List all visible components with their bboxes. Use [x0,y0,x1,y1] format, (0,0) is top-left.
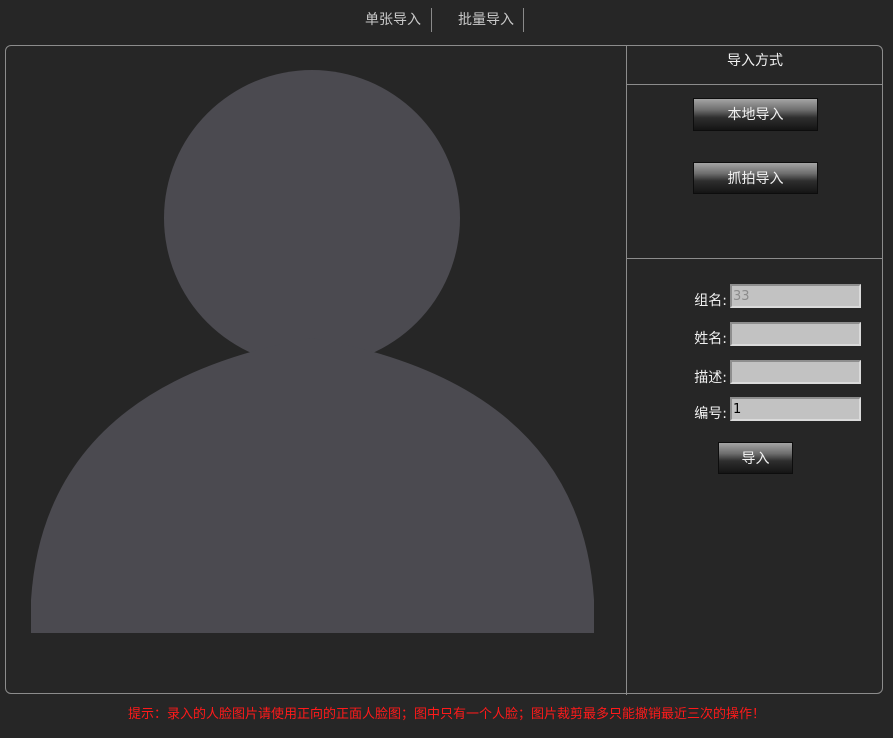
local-import-button[interactable]: 本地导入 [693,98,818,131]
import-hint-text: 提示：录入的人脸图片请使用正向的正面人脸图；图中只有一个人脸；图片裁剪最多只能撤… [127,707,765,722]
capture-import-button[interactable]: 抓拍导入 [693,162,818,194]
panel-divider [626,45,627,695]
group-name-label: 组名: [694,293,727,309]
person-silhouette-icon [31,70,594,633]
group-name-input[interactable] [730,284,861,308]
person-name-label: 姓名: [694,331,727,347]
description-input[interactable] [730,360,861,384]
avatar-head [164,70,460,366]
import-submit-button[interactable]: 导入 [718,442,793,474]
person-name-input[interactable] [730,322,861,346]
title-divider [627,84,883,85]
avatar-body [31,338,594,633]
photo-preview-area[interactable] [0,0,626,695]
number-label: 编号: [694,406,727,422]
section-divider [627,258,883,259]
number-input[interactable] [730,397,861,421]
description-label: 描述: [694,370,727,386]
import-method-title: 导入方式 [727,53,783,69]
